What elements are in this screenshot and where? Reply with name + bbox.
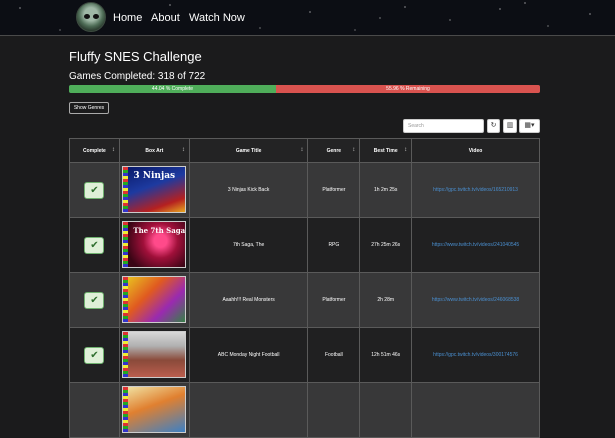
video-link[interactable]: https://gpc.twitch.tv/videos/300174576 — [433, 352, 518, 358]
games-table: Complete ↕ Box Art ↕ Game Title ↕ Genre ↕ Be… — [69, 138, 540, 438]
box-art-image — [122, 330, 187, 378]
columns-icon: ▥ — [506, 122, 514, 129]
show-genres-button[interactable]: Show Genres — [69, 102, 109, 114]
header-box-art[interactable]: Box Art ↕ — [118, 138, 190, 163]
box-art-cell — [118, 382, 190, 438]
refresh-button[interactable]: ↻ — [487, 119, 500, 133]
table-row: ✔ 3 Ninjas 3 Ninjas Kick Back Platformer… — [69, 162, 540, 218]
sort-icon: ↕ — [111, 147, 115, 153]
logo-eye-right — [93, 14, 99, 19]
header-genre[interactable]: Genre ↕ — [307, 138, 361, 163]
sort-icon: ↕ — [181, 147, 185, 153]
genre-cell: Platformer — [307, 162, 361, 218]
nav-home-link[interactable]: Home — [113, 12, 142, 24]
video-link[interactable]: https://www.twitch.tv/videos/241040545 — [432, 242, 519, 248]
game-title-cell: 7th Saga, The — [188, 217, 309, 273]
table-row: ✔ The 7th Saga 7th Saga, The RPG 27h 25m… — [69, 217, 540, 273]
video-cell: https://www.twitch.tv/videos/246068538 — [411, 272, 540, 328]
video-link[interactable]: https://www.twitch.tv/videos/246068538 — [432, 297, 519, 303]
progress-remaining-segment: 55.96 % Remaining — [276, 85, 540, 93]
game-title-cell — [188, 382, 309, 438]
best-time-cell: 1h 2m 25s — [359, 162, 413, 218]
best-time-cell: 27h 25m 26s — [359, 217, 413, 273]
header-best-time[interactable]: Best Time ↕ — [359, 138, 413, 163]
box-art-cell: 3 Ninjas — [118, 162, 190, 218]
box-art-text: 3 Ninjas — [133, 170, 176, 181]
nav-watch-now-link[interactable]: Watch Now — [189, 12, 245, 24]
best-time-cell: 12h 51m 46s — [359, 327, 413, 383]
table-row: ✔ ABC Monday Night Football Football 12h… — [69, 327, 540, 383]
complete-cell: ✔ — [69, 272, 120, 328]
complete-cell: ✔ — [69, 162, 120, 218]
video-cell: https://gpc.twitch.tv/videos/300174576 — [411, 327, 540, 383]
genre-cell: Platformer — [307, 272, 361, 328]
logo-eye-left — [84, 14, 90, 19]
grid-icon: ▦▾ — [524, 122, 535, 129]
video-cell — [411, 382, 540, 438]
table-row: ✔ Aaahh!!! Real Monsters Platformer 2h 2… — [69, 272, 540, 328]
box-art-image — [122, 275, 187, 323]
progress-complete-segment: 44.04 % Complete — [69, 85, 276, 93]
genre-cell: Football — [307, 327, 361, 383]
sort-icon: ↕ — [300, 147, 304, 153]
table-header-row: Complete ↕ Box Art ↕ Game Title ↕ Genre ↕ Be… — [69, 138, 540, 163]
columns-dropdown-button[interactable]: ▦▾ — [519, 119, 540, 133]
genre-cell: RPG — [307, 217, 361, 273]
video-cell: https://www.twitch.tv/videos/241040545 — [411, 217, 540, 273]
game-title-cell: ABC Monday Night Football — [188, 327, 309, 383]
sort-icon: ↕ — [352, 147, 356, 153]
page-title: Fluffy SNES Challenge — [69, 49, 202, 64]
checkmark-icon[interactable]: ✔ — [84, 181, 105, 199]
site-logo[interactable] — [76, 2, 106, 32]
box-art-text: The 7th Saga — [133, 225, 186, 235]
best-time-cell: 2h 28m — [359, 272, 413, 328]
best-time-cell — [359, 382, 413, 438]
toggle-view-button[interactable]: ▥ — [503, 119, 517, 133]
video-link[interactable]: https://gpc.twitch.tv/videos/165210913 — [433, 187, 518, 193]
box-art-cell — [118, 327, 190, 383]
header-complete[interactable]: Complete ↕ — [69, 138, 120, 163]
complete-cell: ✔ — [69, 327, 120, 383]
game-title-cell: Aaahh!!! Real Monsters — [188, 272, 309, 328]
genre-cell — [307, 382, 361, 438]
nav-about-link[interactable]: About — [151, 12, 180, 24]
checkmark-icon[interactable]: ✔ — [84, 291, 105, 309]
progress-complete-text: 44.04 % Complete — [151, 86, 194, 92]
top-navbar: Home About Watch Now — [0, 0, 615, 36]
game-title-cell: 3 Ninjas Kick Back — [188, 162, 309, 218]
checkmark-icon[interactable]: ✔ — [84, 236, 105, 254]
progress-remaining-text: 55.96 % Remaining — [386, 86, 430, 92]
box-art-image: The 7th Saga — [122, 220, 187, 268]
header-video[interactable]: Video — [411, 138, 540, 163]
video-cell: https://gpc.twitch.tv/videos/165210913 — [411, 162, 540, 218]
refresh-icon: ↻ — [490, 122, 497, 129]
header-game-title[interactable]: Game Title ↕ — [188, 138, 309, 163]
box-art-image: 3 Ninjas — [122, 165, 187, 213]
checkmark-icon[interactable]: ✔ — [84, 346, 105, 364]
search-input[interactable]: Search — [403, 119, 484, 133]
complete-cell — [69, 382, 120, 438]
box-art-cell — [118, 272, 190, 328]
completion-progress-bar: 44.04 % Complete 55.96 % Remaining — [69, 85, 540, 93]
box-art-image — [122, 385, 187, 433]
table-row — [69, 382, 540, 438]
games-completed-label: Games Completed: 318 of 722 — [69, 71, 206, 82]
box-art-cell: The 7th Saga — [118, 217, 190, 273]
sort-icon: ↕ — [404, 147, 408, 153]
complete-cell: ✔ — [69, 217, 120, 273]
